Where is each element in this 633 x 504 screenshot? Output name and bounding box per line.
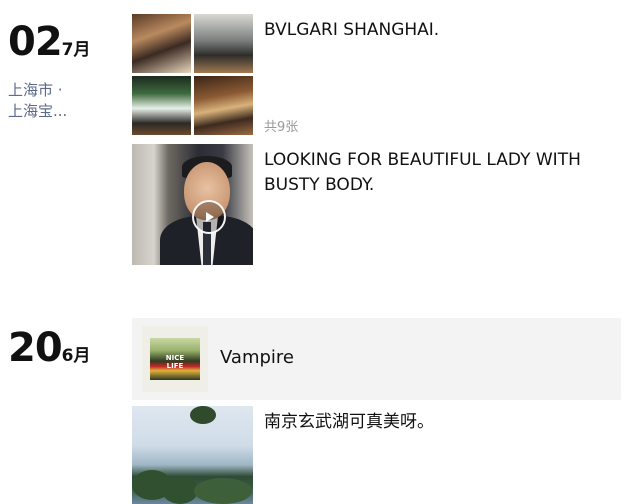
photo-thumb (194, 14, 253, 73)
date-month: 6月 (61, 346, 91, 366)
music-share-card[interactable]: NICE LIFE Vampire (132, 318, 621, 400)
date-day: 02 (8, 19, 63, 65)
photo-thumbnail[interactable] (132, 406, 253, 504)
location-label[interactable]: 上海市 · 上海宝... (8, 80, 67, 122)
tree-shape (162, 476, 198, 504)
tree-shape (194, 478, 252, 504)
date-block-jun-20: 206月 (8, 328, 91, 368)
photo-count: 共9张 (264, 120, 299, 135)
photo-thumb (132, 76, 191, 135)
album-cover: NICE LIFE (142, 326, 208, 392)
album-cover-text: NICE LIFE (165, 354, 185, 370)
date-block-jul-02: 027月 (8, 22, 91, 62)
tree-shape (190, 406, 216, 424)
date-day: 20 (8, 325, 63, 371)
location-line-2: 上海宝... (8, 102, 68, 120)
play-icon[interactable] (192, 200, 226, 234)
date-month: 7月 (61, 40, 91, 60)
post-caption[interactable]: LOOKING FOR BEAUTIFUL LADY WITH BUSTY BO… (264, 148, 609, 198)
post-caption[interactable]: BVLGARI SHANGHAI. (264, 18, 614, 43)
photo-thumb (132, 14, 191, 73)
location-line-1: 上海市 · (8, 81, 63, 99)
photo-grid-thumbnail[interactable] (132, 14, 253, 135)
photo-thumb (194, 76, 253, 135)
video-thumbnail[interactable] (132, 144, 253, 265)
post-caption[interactable]: 南京玄武湖可真美呀。 (264, 410, 609, 435)
music-title: Vampire (220, 347, 294, 368)
